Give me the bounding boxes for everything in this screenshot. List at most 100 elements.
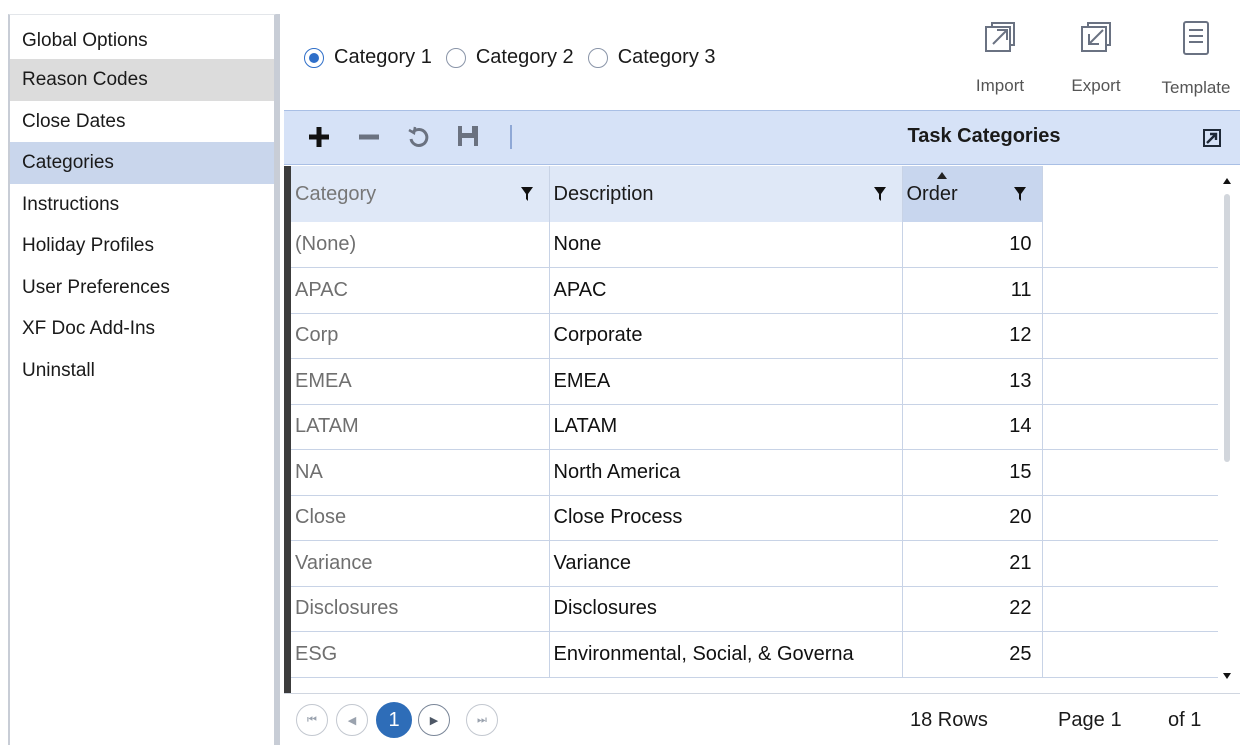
import-button[interactable]: Import (960, 20, 1040, 110)
save-button[interactable] (456, 124, 480, 153)
cell-description[interactable]: None (549, 222, 903, 268)
cell-order[interactable]: 15 (902, 449, 1043, 496)
cell-empty (1042, 586, 1218, 632)
column-header-description[interactable]: Description (549, 166, 903, 222)
table-row[interactable]: ESG Environmental, Social, & Governa 25 (291, 631, 1218, 678)
scroll-up-icon[interactable] (1223, 178, 1231, 184)
cell-empty (1042, 540, 1218, 587)
radio-checked-icon[interactable] (304, 47, 324, 68)
cell-empty (1042, 358, 1218, 405)
table-row[interactable]: (None) None 10 (291, 222, 1218, 268)
cell-description[interactable]: North America (549, 449, 903, 496)
cell-order[interactable]: 13 (902, 358, 1043, 405)
cell-order[interactable]: 14 (902, 404, 1043, 450)
cell-description[interactable]: Environmental, Social, & Governa (549, 631, 903, 678)
table-row[interactable]: Corp Corporate 12 (291, 313, 1218, 359)
column-header-category[interactable]: Category (291, 166, 550, 222)
table-row[interactable]: NA North America 15 (291, 449, 1218, 496)
previous-page-button[interactable]: ◀ (336, 704, 368, 736)
cell-description[interactable]: EMEA (549, 358, 903, 405)
cell-order[interactable]: 20 (902, 495, 1043, 541)
export-label: Export (1071, 76, 1121, 95)
cell-category[interactable]: Corp (291, 313, 550, 359)
radio-category-1[interactable]: Category 1 (304, 46, 432, 69)
template-button[interactable]: Template (1156, 20, 1236, 110)
maximize-button[interactable] (1202, 128, 1222, 153)
refresh-button[interactable] (406, 124, 432, 155)
cell-category[interactable]: EMEA (291, 358, 550, 405)
last-page-icon: ⏭ (477, 713, 487, 726)
cell-order[interactable]: 10 (902, 222, 1043, 268)
vertical-scrollbar[interactable] (1218, 166, 1240, 693)
sidebar-item-instructions[interactable]: Instructions (10, 184, 274, 226)
table-row[interactable]: Variance Variance 21 (291, 540, 1218, 587)
remove-button[interactable] (356, 124, 382, 155)
refresh-icon (408, 126, 429, 147)
first-page-button[interactable]: ⏮ (296, 704, 328, 736)
cell-category[interactable]: NA (291, 449, 550, 496)
cell-category[interactable]: (None) (291, 222, 550, 268)
category-radio-group: Category 1 Category 2 Category 3 (304, 46, 720, 69)
table-row[interactable]: APAC APAC 11 (291, 267, 1218, 314)
export-button[interactable]: Export (1056, 20, 1136, 110)
cell-order[interactable]: 25 (902, 631, 1043, 678)
cell-category[interactable]: LATAM (291, 404, 550, 450)
current-page-button[interactable]: 1 (376, 702, 412, 738)
radio-category-3[interactable]: Category 3 (587, 46, 716, 69)
cell-category[interactable]: Close (291, 495, 550, 541)
cell-category[interactable]: ESG (291, 631, 550, 678)
sidebar-item-user-preferences[interactable]: User Preferences (10, 267, 274, 309)
radio-unchecked-icon[interactable] (587, 47, 608, 68)
cell-empty (1042, 631, 1218, 678)
page-number-input[interactable]: 1 (1104, 709, 1128, 732)
filter-icon[interactable] (873, 186, 886, 202)
next-page-button[interactable]: ▶ (418, 704, 450, 736)
column-label: Category (295, 182, 377, 205)
cell-order[interactable]: 21 (902, 540, 1043, 587)
cell-description[interactable]: Disclosures (549, 586, 903, 632)
radio-category-2[interactable]: Category 2 (445, 46, 574, 69)
cell-description[interactable]: Variance (549, 540, 903, 587)
sidebar-item-uninstall[interactable]: Uninstall (10, 350, 274, 392)
plus-icon (309, 127, 329, 147)
add-button[interactable] (306, 124, 332, 155)
cell-empty (1042, 313, 1218, 359)
sidebar-item-reason-codes[interactable]: Reason Codes (10, 59, 274, 101)
table-row[interactable]: Close Close Process 20 (291, 495, 1218, 541)
first-page-icon: ⏮ (307, 713, 317, 726)
table-row[interactable]: LATAM LATAM 14 (291, 404, 1218, 450)
cell-order[interactable]: 12 (902, 313, 1043, 359)
grid-toolbar: Task Categories (284, 110, 1240, 165)
table-row[interactable]: Disclosures Disclosures 22 (291, 586, 1218, 632)
cell-category[interactable]: Variance (291, 540, 550, 587)
cell-category[interactable]: Disclosures (291, 586, 550, 632)
column-header-order[interactable]: Order (902, 166, 1043, 222)
sidebar-item-global-options[interactable]: Global Options (10, 15, 274, 59)
radio-unchecked-icon[interactable] (445, 47, 466, 68)
scroll-thumb[interactable] (1224, 194, 1230, 462)
table-row[interactable]: EMEA EMEA 13 (291, 358, 1218, 405)
filter-icon[interactable] (520, 186, 533, 202)
panel-splitter[interactable] (276, 14, 280, 745)
radio-label: Category 2 (475, 46, 574, 68)
save-icon (458, 126, 478, 146)
template-label: Template (1161, 78, 1231, 97)
last-page-button[interactable]: ⏭ (466, 704, 498, 736)
cell-category[interactable]: APAC (291, 267, 550, 314)
cell-order[interactable]: 11 (902, 267, 1043, 314)
previous-page-icon: ◀ (347, 714, 357, 727)
cell-empty (1042, 222, 1218, 268)
sidebar-item-xf-doc-add-ins[interactable]: XF Doc Add-Ins (10, 308, 274, 350)
filter-icon[interactable] (1013, 186, 1026, 202)
sidebar-item-holiday-profiles[interactable]: Holiday Profiles (10, 225, 274, 267)
scroll-down-icon[interactable] (1223, 673, 1231, 679)
grid-pager: ⏮ ◀ 1 ▶ ⏭ 18 Rows Page 1 of 1 (284, 693, 1240, 745)
sidebar-item-categories[interactable]: Categories (10, 142, 274, 184)
cell-order[interactable]: 22 (902, 586, 1043, 632)
cell-description[interactable]: LATAM (549, 404, 903, 450)
cell-description[interactable]: APAC (549, 267, 903, 314)
cell-description[interactable]: Corporate (549, 313, 903, 359)
cell-description[interactable]: Close Process (549, 495, 903, 541)
page-label: Page (1058, 709, 1105, 731)
sidebar-item-close-dates[interactable]: Close Dates (10, 101, 274, 143)
